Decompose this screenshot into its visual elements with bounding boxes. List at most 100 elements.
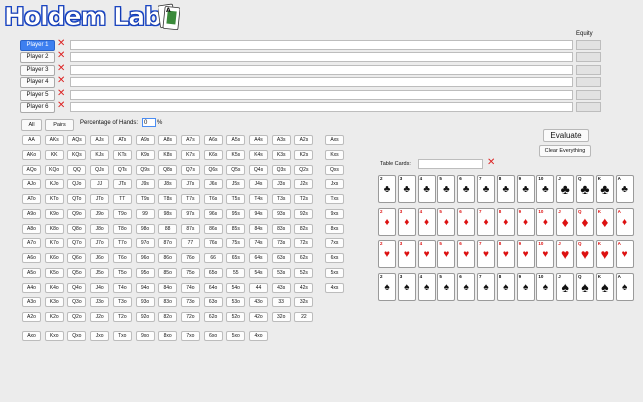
hand-button[interactable]: A6o (22, 253, 41, 263)
card-Q-of-hearts[interactable]: Q ♥ (576, 240, 594, 268)
hand-button[interactable]: A3s (271, 135, 291, 145)
card-9-of-diamonds[interactable]: 9 ♦ (516, 207, 535, 236)
hand-button[interactable]: 54o (226, 282, 246, 293)
hand-button[interactable]: J2s (294, 179, 314, 190)
hand-button[interactable]: J7o (90, 238, 110, 249)
player-cards-input[interactable] (70, 64, 573, 75)
card-J-of-clubs[interactable]: J ♣ (556, 175, 575, 203)
remove-player-icon[interactable]: ✕ (57, 63, 65, 74)
card-2-of-diamonds[interactable]: 2 ♦ (378, 207, 396, 236)
table-cards-input[interactable] (418, 159, 483, 169)
hand-button[interactable]: K9s (135, 149, 155, 160)
suited-any-button[interactable]: 6xs (325, 253, 344, 263)
player-cards-input[interactable] (70, 77, 573, 88)
card-J-of-diamonds[interactable]: J ♦ (556, 207, 575, 236)
hand-button[interactable]: 64s (249, 253, 268, 263)
hand-button[interactable]: K3s (271, 149, 291, 160)
hand-button[interactable]: A7s (180, 135, 200, 145)
hand-button[interactable]: 95o (135, 267, 155, 278)
offsuit-any-button[interactable]: Axo (22, 331, 41, 341)
card-A-of-diamonds[interactable]: A ♦ (615, 207, 634, 236)
hand-button[interactable]: A5s (226, 135, 246, 145)
hand-button[interactable]: 83o (158, 297, 178, 308)
card-6-of-diamonds[interactable]: 6 ♦ (457, 207, 476, 236)
hand-button[interactable]: T7o (112, 238, 132, 249)
hand-button[interactable]: J4s (249, 179, 268, 190)
hand-button[interactable]: 73s (271, 238, 291, 249)
hand-button[interactable]: 87o (158, 238, 178, 249)
hand-button[interactable]: AQo (22, 164, 41, 175)
offsuit-any-button[interactable]: 7xo (180, 331, 200, 341)
card-2-of-hearts[interactable]: 2 ♥ (378, 240, 396, 268)
card-J-of-hearts[interactable]: J ♥ (556, 240, 575, 268)
card-7-of-clubs[interactable]: 7 ♣ (477, 175, 495, 203)
hand-button[interactable]: 64o (203, 282, 223, 293)
hand-button[interactable]: J8o (90, 223, 110, 234)
offsuit-any-button[interactable]: 9xo (135, 331, 155, 341)
hand-button[interactable]: 52o (226, 312, 246, 322)
offsuit-any-button[interactable]: Txo (112, 331, 132, 341)
hand-button[interactable]: Q5s (226, 164, 246, 175)
evaluate-button[interactable]: Evaluate (543, 129, 589, 142)
hand-button[interactable]: Q6s (203, 164, 223, 175)
card-8-of-clubs[interactable]: 8 ♣ (496, 175, 515, 203)
hand-button[interactable]: AA (22, 135, 41, 145)
hand-button[interactable]: 94o (135, 282, 155, 293)
remove-player-icon[interactable]: ✕ (57, 76, 65, 86)
hand-button[interactable]: QJs (90, 164, 110, 175)
hand-button[interactable]: KJs (90, 149, 110, 160)
hand-button[interactable]: 63s (271, 253, 291, 263)
hand-button[interactable]: 42s (294, 282, 314, 293)
hand-button[interactable]: 62o (203, 312, 223, 322)
card-3-of-spades[interactable]: 3 ♠ (397, 272, 416, 301)
hand-button[interactable]: KK (44, 149, 64, 160)
hand-button[interactable]: J9s (135, 179, 155, 190)
hand-button[interactable]: Q3o (67, 297, 87, 308)
card-4-of-hearts[interactable]: 4 ♥ (417, 240, 436, 268)
hand-button[interactable]: JTs (112, 179, 132, 190)
hand-button[interactable]: 92s (294, 208, 314, 219)
suited-any-button[interactable]: Axs (325, 135, 344, 145)
card-4-of-diamonds[interactable]: 4 ♦ (417, 207, 436, 236)
hand-button[interactable]: T8o (112, 223, 132, 234)
hand-button[interactable]: KTs (112, 149, 132, 160)
hand-button[interactable]: 86o (158, 253, 178, 263)
hand-button[interactable]: 43o (249, 297, 268, 308)
card-Q-of-clubs[interactable]: Q ♣ (576, 175, 594, 203)
hand-button[interactable]: 87s (180, 223, 200, 234)
card-6-of-spades[interactable]: 6 ♠ (457, 272, 476, 301)
hand-button[interactable]: ATs (112, 135, 132, 145)
hand-button[interactable]: Q6o (67, 253, 87, 263)
hand-button[interactable]: 92o (135, 312, 155, 322)
card-5-of-hearts[interactable]: 5 ♥ (437, 240, 456, 268)
hand-button[interactable]: K8o (44, 223, 64, 234)
hand-button[interactable]: 32s (294, 297, 314, 308)
hand-button[interactable]: 43s (271, 282, 291, 293)
hand-button[interactable]: QTs (112, 164, 132, 175)
hand-button[interactable]: A8o (22, 223, 41, 234)
hand-button[interactable]: A9o (22, 208, 41, 219)
card-10-of-spades[interactable]: 10 ♠ (536, 272, 555, 301)
card-10-of-diamonds[interactable]: 10 ♦ (536, 207, 555, 236)
hand-button[interactable]: 53s (271, 267, 291, 278)
hand-button[interactable]: J6s (203, 179, 223, 190)
hand-button[interactable]: 66 (203, 253, 223, 263)
all-button[interactable]: All (21, 119, 42, 131)
player-cards-input[interactable] (70, 52, 573, 63)
hand-button[interactable]: K9o (44, 208, 64, 219)
offsuit-any-button[interactable]: 4xo (249, 331, 268, 341)
hand-button[interactable]: 96o (135, 253, 155, 263)
hand-button[interactable]: 97s (180, 208, 200, 219)
hand-button[interactable]: K7o (44, 238, 64, 249)
player-cards-input[interactable] (70, 102, 573, 112)
hand-button[interactable]: K6s (203, 149, 223, 160)
hand-button[interactable]: A5o (22, 267, 41, 278)
card-4-of-spades[interactable]: 4 ♠ (417, 272, 436, 301)
card-9-of-hearts[interactable]: 9 ♥ (516, 240, 535, 268)
hand-button[interactable]: T8s (158, 194, 178, 204)
hand-button[interactable]: K5s (226, 149, 246, 160)
player-button[interactable]: Player 3 (20, 64, 55, 76)
hand-button[interactable]: 96s (203, 208, 223, 219)
hand-button[interactable]: Q2o (67, 312, 87, 322)
hand-button[interactable]: 95s (226, 208, 246, 219)
